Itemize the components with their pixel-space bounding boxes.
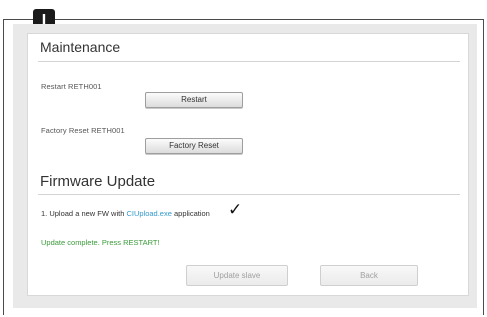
upload-instruction: 1. Upload a new FW with CIUpload.exe app… [41,209,210,218]
maintenance-divider [38,61,460,62]
factory-reset-label: Factory Reset RETH001 [41,126,125,135]
frame-right-line [483,19,484,315]
frame-top-line [3,19,484,20]
ciupload-link[interactable]: CIUpload.exe [126,209,171,218]
update-status-message: Update complete. Press RESTART! [41,238,160,247]
maintenance-title: Maintenance [40,39,121,55]
upload-instruction-prefix: 1. Upload a new FW with [41,209,127,218]
firmware-divider [38,194,460,195]
restart-button[interactable]: Restart [145,92,243,108]
restart-label: Restart RETH001 [41,82,102,91]
back-button[interactable]: Back [320,265,418,286]
update-slave-button[interactable]: Update slave [186,265,288,286]
settings-panel [27,33,469,296]
firmware-update-title: Firmware Update [40,173,156,190]
factory-reset-button[interactable]: Factory Reset [145,138,243,154]
checkmark-icon: ✓ [228,200,243,220]
upload-instruction-suffix: application [171,209,210,218]
frame-left-line [3,19,4,315]
